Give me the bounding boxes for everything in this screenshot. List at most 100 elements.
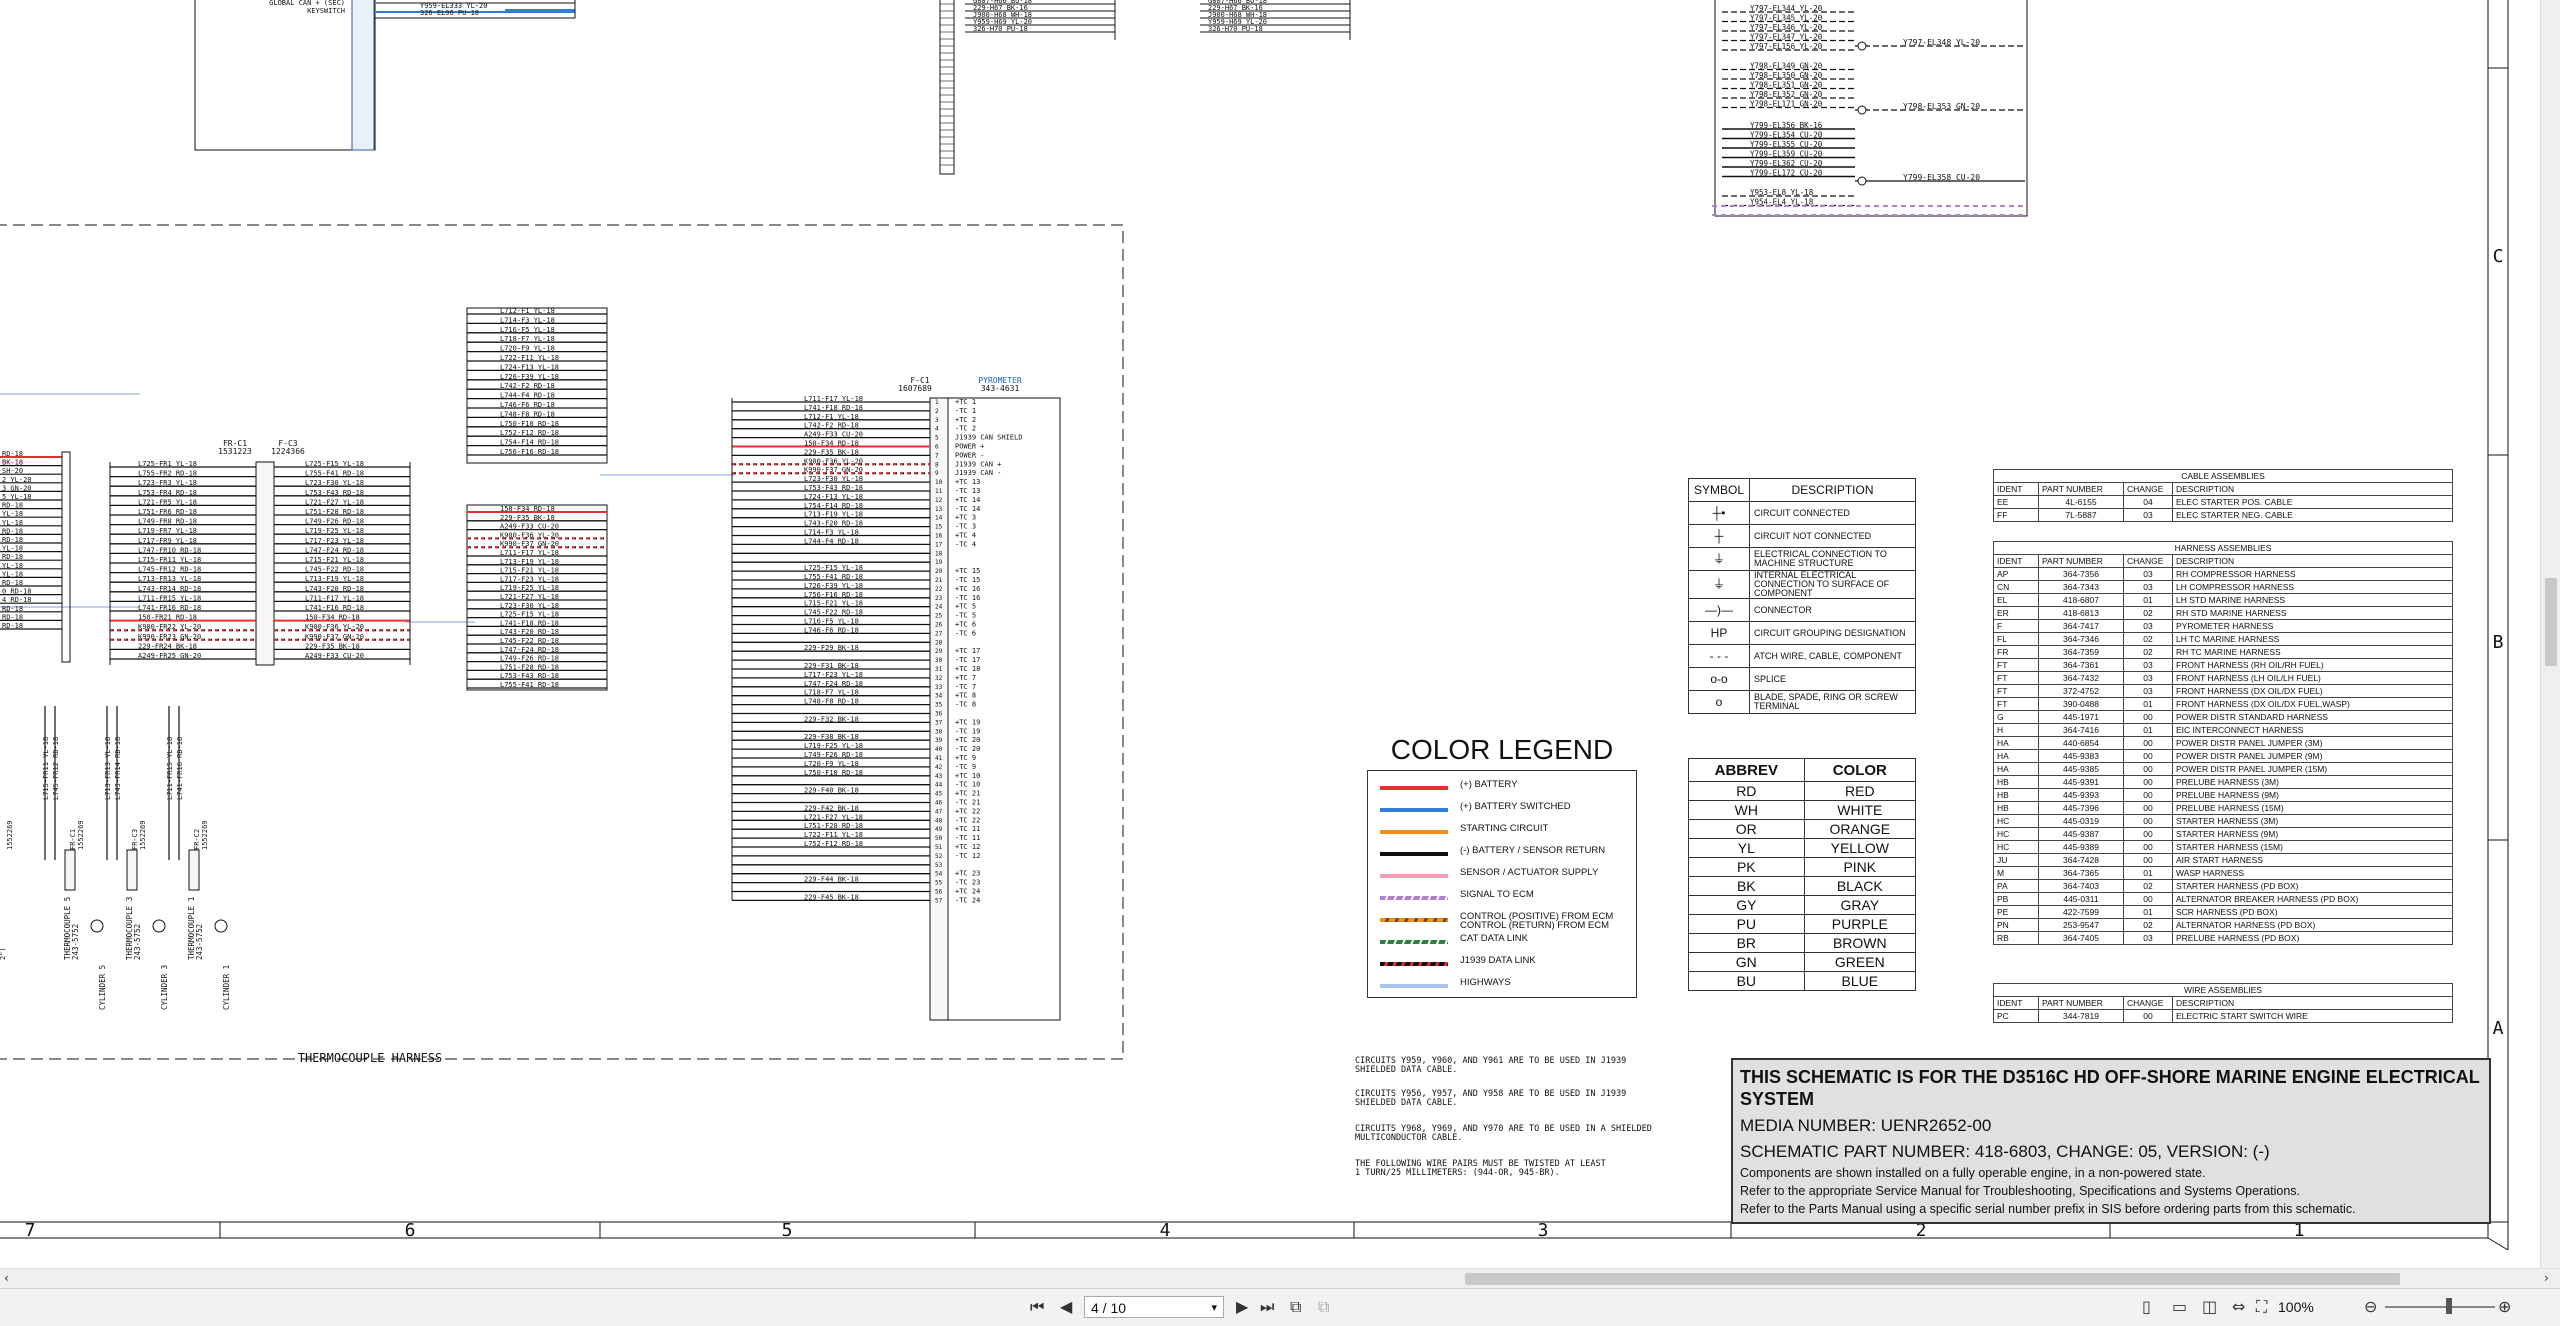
next-page-button[interactable]: ▶ [1236, 1298, 1248, 1316]
fc1-pin-number-1: 2 [935, 408, 939, 415]
tc-conn-part-2: 1552269 [201, 820, 209, 850]
zoom-slider-track[interactable] [2385, 1306, 2495, 1308]
top-right-label-3: Y797-EL347 YL-20 [1750, 33, 1823, 42]
legend-label: CAT DATA LINK [1460, 933, 1528, 944]
scroll-left-icon[interactable]: ‹ [4, 1269, 9, 1287]
note-4: THE FOLLOWING WIRE PAIRS MUST BE TWISTED… [1355, 1159, 1606, 1178]
zoom-in-button[interactable]: ⊕ [2498, 1298, 2511, 1316]
parts-table-cell: EE [1993, 495, 2039, 509]
fc1-label-20: L755-F41 RD-18 [804, 573, 863, 581]
parts-table-cell: 445-9393 [2038, 788, 2124, 802]
fc1-pin-number-18: 19 [935, 559, 943, 566]
parts-table-cell: 00 [2123, 853, 2173, 867]
fc1-pin-label-51: -TC 12 [955, 852, 980, 860]
fit-page-icon[interactable]: ⛶ [2256, 1298, 2267, 1316]
two-page-view-icon[interactable]: ◫ [2202, 1298, 2217, 1316]
parts-table-header: DESCRIPTION [2172, 482, 2453, 496]
legend-label: HIGHWAYS [1460, 977, 1511, 988]
fc1-pin-number-2: 3 [935, 417, 939, 424]
zoom-slider-thumb[interactable] [2446, 1298, 2452, 1314]
fc1-pin-label-54: -TC 23 [955, 879, 980, 887]
tc-wire-label-1-0: L713-FR13 YL-18 [104, 737, 112, 800]
abbrev-code: GY [1688, 895, 1805, 915]
parts-table-cell: 02 [2123, 632, 2173, 646]
legend-row: (+) BATTERY [1368, 777, 1638, 797]
abbrev-color-name: BLACK [1803, 876, 1917, 896]
parts-table-cell: 422-7599 [2038, 905, 2124, 919]
vertical-scroll-thumb[interactable] [2545, 578, 2557, 666]
left-wire-label-8: YL-18 [2, 519, 23, 527]
mid-b-label-5: L711-F17 YL-18 [500, 549, 559, 557]
zoom-level[interactable]: 100% [2278, 1299, 2314, 1315]
parts-table-cell: 364-7405 [2038, 931, 2124, 945]
parts-table-row: H 364-7416 01 EIC INTERCONNECT HARNESS [1993, 723, 2453, 737]
last-page-button[interactable]: ⏭ [1260, 1298, 1274, 1316]
fc1-connector-part: 1607689 [898, 384, 932, 393]
parts-table-cell: HC [1993, 840, 2039, 854]
splice-icon [1857, 105, 1867, 115]
fr-right-label-16: 150-F34 RD-18 [305, 614, 360, 622]
copy-icon[interactable]: ⧉ [1290, 1298, 1301, 1316]
horizontal-scrollbar[interactable]: ‹ › [0, 1268, 2560, 1289]
scroll-right-icon[interactable]: › [2544, 1269, 2549, 1287]
vertical-scrollbar[interactable] [2540, 0, 2560, 1268]
fc1-label-10: L753-F43 RD-18 [804, 484, 863, 492]
page-number-field[interactable]: 4 / 10 ▾ [1084, 1296, 1224, 1318]
parts-table-cell: 418-6813 [2038, 606, 2124, 620]
paste-icon[interactable]: ⧉ [1318, 1298, 1329, 1316]
parts-table-cell: FT [1993, 658, 2039, 672]
fc1-pin-number-48: 49 [935, 826, 943, 833]
single-page-view-icon[interactable]: ▯ [2142, 1298, 2151, 1316]
zone-row-label: B [2493, 632, 2504, 653]
continuous-view-icon[interactable]: ▭ [2172, 1298, 2187, 1316]
parts-table-cell: 445-9389 [2038, 840, 2124, 854]
legend-swatch [1380, 786, 1448, 790]
prev-page-button[interactable]: ◀ [1060, 1298, 1072, 1316]
splice-label-2: Y799-EL358 CU-20 [1903, 173, 1980, 182]
harness-assemblies-table: HARNESS ASSEMBLIES IDENT PART NUMBER CHANGE… [1993, 541, 2453, 945]
parts-table-row: HC 445-9387 00 STARTER HARNESS (9M) [1993, 827, 2453, 841]
first-page-button[interactable]: ⏮ [1030, 1298, 1044, 1316]
legend-swatch [1380, 962, 1448, 966]
parts-table-cell: 00 [2123, 788, 2173, 802]
fc1-pin-label-8: J1939 CAN - [955, 469, 1001, 477]
parts-table-row: FL 364-7346 02 LH TC MARINE HARNESS [1993, 632, 2453, 646]
mid-a-label-0: L712-F1 YL-18 [500, 307, 555, 315]
fc1-label-33: L718-F7 YL-18 [804, 689, 859, 697]
fc1-pin-number-20: 21 [935, 577, 943, 584]
abbrev-color-name: PINK [1803, 857, 1917, 877]
fit-width-icon[interactable]: ⇔ [2232, 1298, 2245, 1316]
top-right-label-13: Y799-EL359 CU-20 [1750, 150, 1823, 159]
parts-table-header: CHANGE [2123, 482, 2173, 496]
fc1-pin-label-48: +TC 11 [955, 825, 980, 833]
parts-table-row: PE 422-7599 01 SCR HARNESS (PD BOX) [1993, 905, 2453, 919]
parts-table-header: CHANGE [2123, 996, 2173, 1010]
parts-table-cell: 03 [2123, 567, 2173, 581]
left-wire-label-7: YL-18 [2, 510, 23, 518]
left-cut-part: 1552269 [6, 820, 14, 850]
parts-table-cell: POWER DISTR PANEL JUMPER (3M) [2172, 736, 2453, 750]
mid-a-label-4: L720-F9 YL-18 [500, 345, 555, 353]
tc-cylinder-2: CYLINDER 1 [222, 965, 231, 1010]
parts-table-cell: HB [1993, 775, 2039, 789]
chevron-down-icon[interactable]: ▾ [1211, 1297, 1217, 1319]
fc1-label-11: L724-F13 YL-18 [804, 493, 863, 501]
fr-right-label-4: L721-F27 YL-18 [305, 498, 364, 506]
legend-label: SIGNAL TO ECM [1460, 889, 1534, 900]
parts-table-header: PART NUMBER [2038, 554, 2124, 568]
ecm-box [194, 0, 376, 151]
fc1-label-19: L725-F15 YL-18 [804, 564, 863, 572]
zoom-out-button[interactable]: ⊖ [2364, 1298, 2377, 1316]
parts-table-cell: 01 [2123, 593, 2173, 607]
left-wire-label-11: YL-18 [2, 545, 23, 553]
parts-table-cell: 02 [2123, 879, 2173, 893]
mid-a-label-9: L744-F4 RD-18 [500, 392, 555, 400]
symbol-row: o BLADE, SPADE, RING OR SCREW TERMINAL [1688, 690, 1916, 714]
symbol-description: CIRCUIT GROUPING DESIGNATION [1749, 621, 1916, 645]
parts-table-cell: WASP HARNESS [2172, 866, 2453, 880]
circuit-connected-icon: ┼• [1688, 501, 1750, 525]
abbrev-code: BU [1688, 971, 1805, 991]
horizontal-scroll-thumb[interactable] [1465, 1273, 2400, 1285]
thermocouple-icon [90, 919, 104, 933]
fc1-pin-number-43: 44 [935, 782, 943, 789]
